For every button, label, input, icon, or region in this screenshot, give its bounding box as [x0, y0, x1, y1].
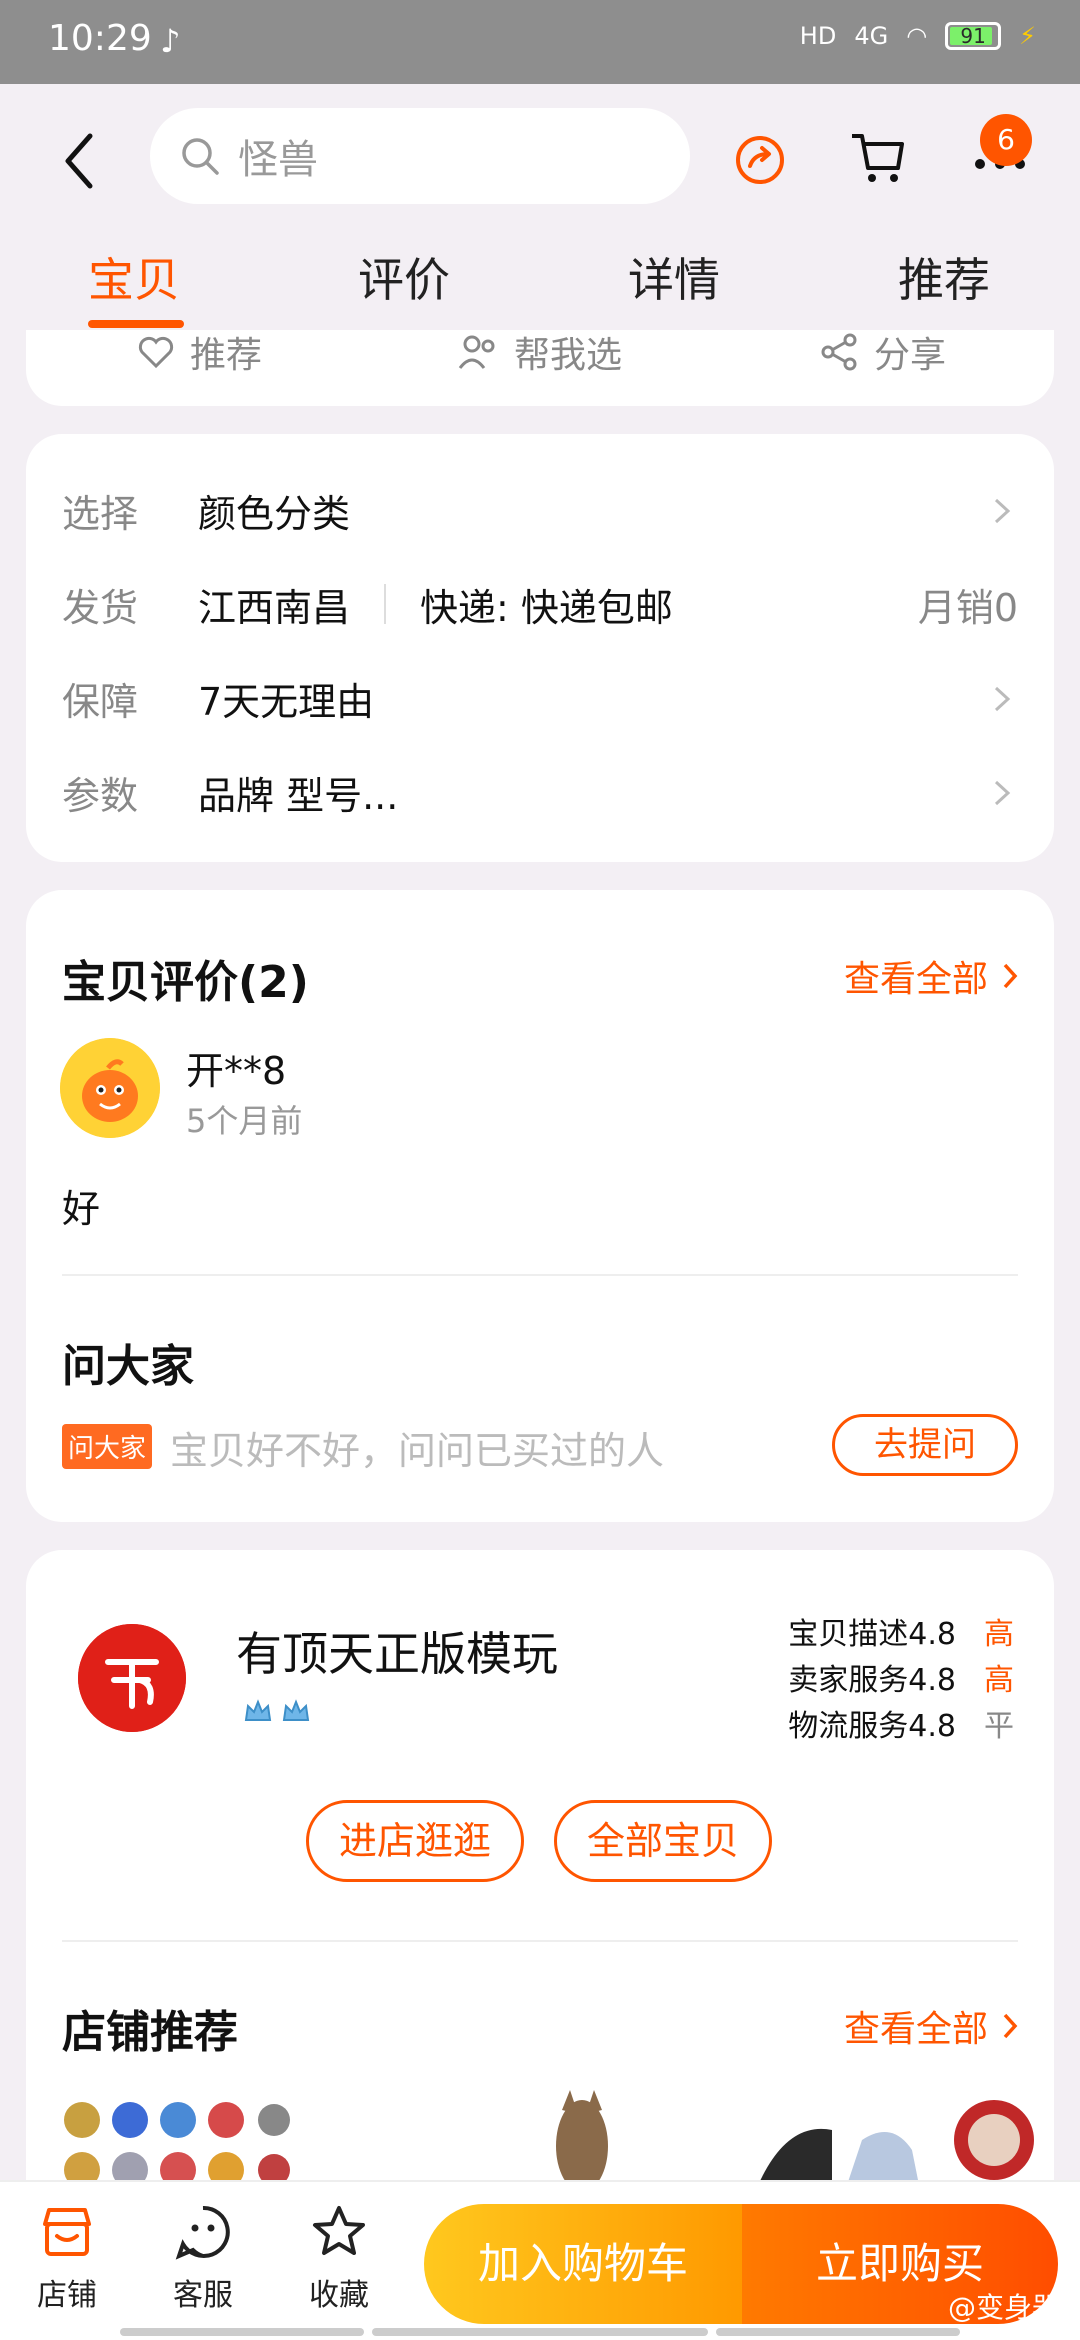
select-value: 颜色分类	[198, 491, 351, 536]
bottom-action-bar: 店铺 客服 收藏 加入购物车 立即购买	[0, 2180, 1080, 2340]
select-label: 选择	[62, 491, 139, 536]
chevron-right-icon	[1003, 2013, 1018, 2039]
cart-icon[interactable]	[848, 128, 908, 188]
ship-from: 江西南昌	[198, 585, 351, 630]
header: 怪兽 6 宝贝 评价 详情 推荐	[0, 84, 1080, 334]
cart-count-badge: 6	[980, 114, 1032, 166]
shop-recommend-see-all[interactable]: 查看全部	[844, 2000, 1018, 2052]
favorite-tab[interactable]: 收藏	[284, 2204, 394, 2314]
shop-name[interactable]: 有顶天正版模玩	[236, 1618, 558, 1684]
tab-bar: 宝贝 评价 详情 推荐	[0, 244, 1080, 334]
system-icons: HD 4G ◠ 91 ⚡	[800, 22, 1036, 50]
product-thumbnail	[556, 2090, 608, 2192]
divider	[62, 1940, 1018, 1942]
select-row[interactable]: 选择 颜色分类	[62, 480, 1018, 540]
params-row[interactable]: 参数 品牌 型号...	[62, 762, 1018, 822]
watermark: @变身器	[947, 2291, 1060, 2324]
ship-label: 发货	[62, 585, 139, 630]
ask-question-button[interactable]: 去提问	[832, 1414, 1018, 1476]
product-info-card: 选择 颜色分类 发货 江西南昌 快递: 快递包邮 月销0 保障 7天无理由 参数…	[26, 434, 1054, 862]
enter-shop-button[interactable]: 进店逛逛	[306, 1800, 524, 1882]
shop-scores: 宝贝描述4.8 高 卖家服务4.8 高 物流服务4.8 平	[788, 1612, 1014, 1750]
score-row: 宝贝描述4.8 高	[788, 1617, 1014, 1652]
wifi-icon: ◠	[906, 22, 928, 50]
reviews-title: 宝贝评价(2)	[62, 957, 309, 1008]
share-icon[interactable]	[730, 128, 790, 188]
tab-reviews[interactable]: 评价	[358, 244, 450, 310]
reviewer-avatar	[60, 1038, 160, 1138]
ask-placeholder[interactable]: 宝贝好不好，问问已买过的人	[170, 1420, 664, 1475]
heart-icon	[138, 336, 174, 369]
help-choose-action[interactable]: 帮我选	[456, 330, 622, 378]
tab-active-indicator	[88, 320, 184, 328]
store-icon	[43, 2208, 91, 2256]
favorite-tab-label: 收藏	[309, 2278, 369, 2313]
score-row: 卖家服务4.8 高	[788, 1663, 1014, 1698]
people-icon	[458, 335, 495, 369]
shop-level	[242, 1696, 312, 1728]
search-input[interactable]: 怪兽	[238, 127, 318, 185]
share-nodes-icon	[821, 333, 857, 371]
guarantee-label: 保障	[62, 679, 139, 724]
home-indicator	[120, 2328, 364, 2336]
signal-icon: 4G	[854, 22, 889, 50]
review-time: 5个月前	[186, 1102, 303, 1140]
chevron-right-icon	[994, 780, 1011, 806]
back-icon[interactable]	[60, 126, 100, 196]
reviews-see-all[interactable]: 查看全部	[844, 950, 1018, 1002]
add-to-cart-button[interactable]: 加入购物车	[424, 2204, 742, 2324]
share-action[interactable]: 分享	[820, 330, 946, 378]
monthly-sales: 月销0	[917, 585, 1018, 630]
all-items-button[interactable]: 全部宝贝	[554, 1800, 772, 1882]
reviews-card: 宝贝评价(2) 查看全部 开**8 5个月前 好 问大家 问大家 宝贝好不好，问…	[26, 890, 1054, 1522]
guarantee-value: 7天无理由	[198, 679, 375, 724]
status-bar: 10:29 ♪ HD 4G ◠ 91 ⚡	[0, 0, 1080, 84]
recommend-action[interactable]: 推荐	[136, 330, 262, 378]
ask-title: 问大家	[62, 1341, 194, 1392]
tab-item[interactable]: 宝贝	[88, 244, 180, 310]
review-content: 好	[62, 1187, 101, 1231]
shop-tab-label: 店铺	[37, 2278, 97, 2313]
ask-tag: 问大家	[62, 1424, 153, 1469]
chevron-right-icon	[994, 498, 1011, 524]
product-thumbnail	[62, 2094, 290, 2194]
shipping-row: 发货 江西南昌 快递: 快递包邮 月销0	[62, 574, 1018, 634]
share-label: 分享	[874, 335, 947, 376]
help-choose-label: 帮我选	[514, 335, 623, 376]
guarantee-row[interactable]: 保障 7天无理由	[62, 668, 1018, 728]
battery-icon: 91	[945, 22, 1002, 50]
tab-details[interactable]: 详情	[628, 244, 720, 310]
shop-recommend-title: 店铺推荐	[62, 2007, 238, 2058]
home-indicator	[372, 2328, 708, 2336]
shop-tab[interactable]: 店铺	[12, 2204, 122, 2314]
search-icon	[182, 138, 219, 175]
star-icon	[313, 2206, 365, 2255]
crown-icon	[282, 1699, 310, 1721]
score-row: 物流服务4.8 平	[788, 1709, 1014, 1744]
divider	[384, 584, 387, 624]
status-time: 10:29	[48, 18, 152, 59]
service-tab-label: 客服	[173, 2278, 233, 2313]
reviewer-name: 开**8	[186, 1049, 287, 1093]
params-value: 品牌 型号...	[198, 773, 399, 818]
recommend-label: 推荐	[190, 335, 263, 376]
chat-face-icon	[175, 2205, 230, 2260]
actions-row: 推荐 帮我选 分享	[26, 330, 1054, 406]
shop-logo[interactable]	[78, 1624, 186, 1732]
service-tab[interactable]: 客服	[148, 2204, 258, 2314]
tab-recommend[interactable]: 推荐	[898, 244, 990, 310]
charging-icon: ⚡	[1019, 22, 1036, 50]
ship-method: 快递: 快递包邮	[420, 585, 673, 630]
params-label: 参数	[62, 773, 139, 818]
divider	[62, 1274, 1018, 1276]
chevron-right-icon	[1003, 963, 1018, 989]
home-indicator	[716, 2328, 960, 2336]
crown-icon	[244, 1699, 272, 1721]
chevron-right-icon	[994, 686, 1011, 712]
search-bar[interactable]: 怪兽	[150, 108, 690, 204]
tiktok-icon: ♪	[160, 22, 181, 60]
hd-icon: HD	[799, 22, 837, 50]
